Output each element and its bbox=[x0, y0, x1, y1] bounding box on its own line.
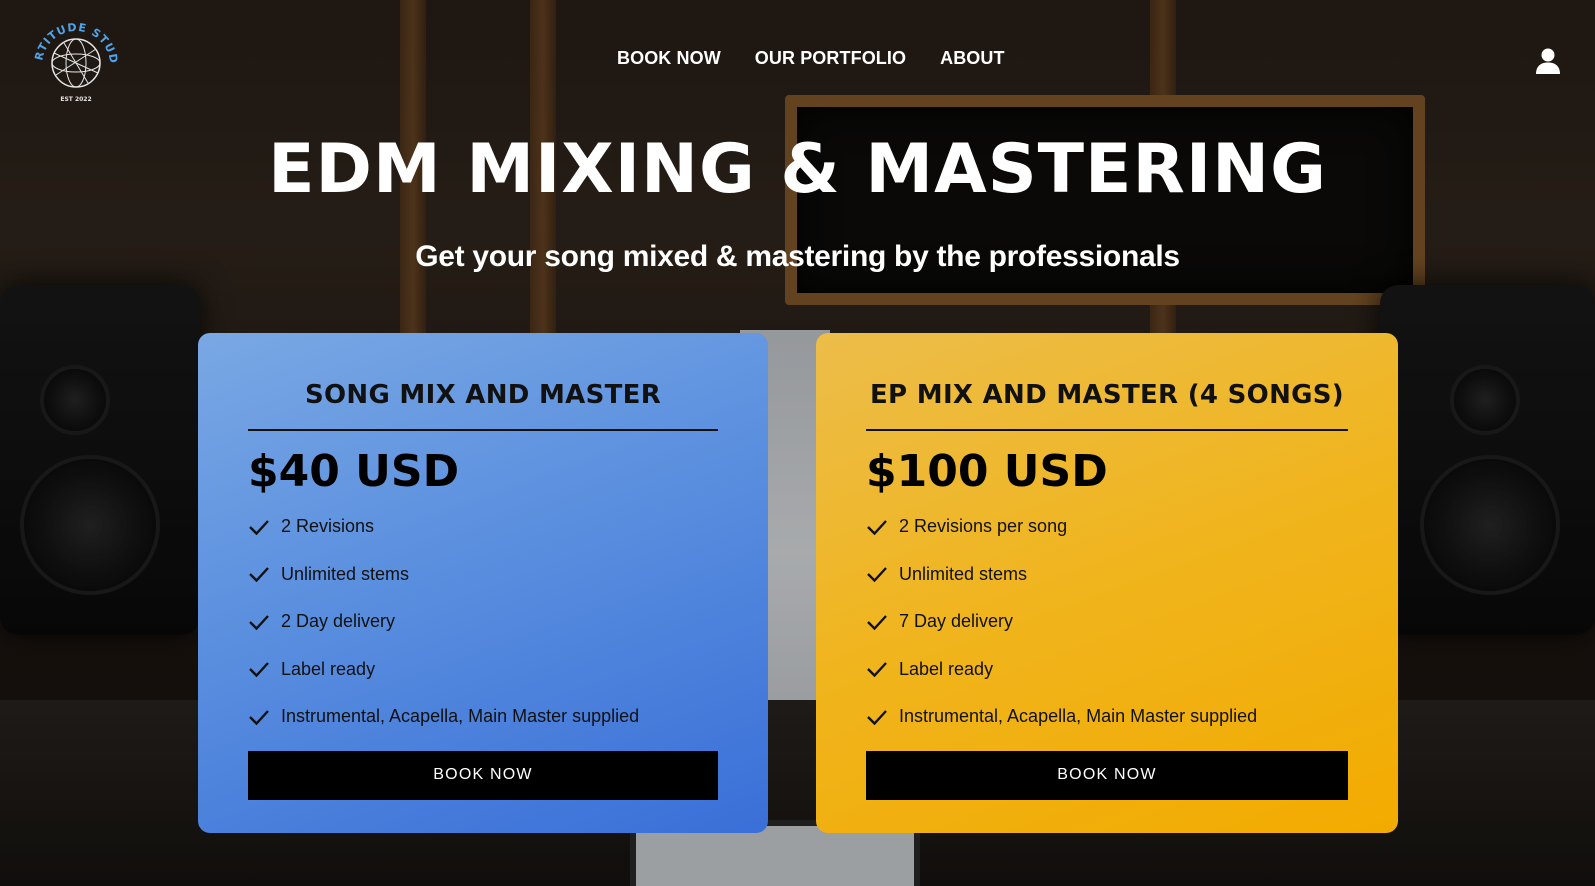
feature-label: 2 Revisions per song bbox=[899, 516, 1068, 537]
feature-list: 2 Revisions Unlimited stems 2 Day delive… bbox=[248, 503, 718, 741]
book-now-button[interactable]: BOOK NOW bbox=[248, 750, 718, 800]
nav-our-portfolio[interactable]: OUR PORTFOLIO bbox=[755, 48, 906, 69]
feature-label: 2 Revisions bbox=[281, 516, 375, 537]
check-icon bbox=[867, 567, 887, 583]
check-icon bbox=[249, 519, 269, 535]
feature-label: Instrumental, Acapella, Main Master supp… bbox=[899, 706, 1258, 727]
check-icon bbox=[867, 614, 887, 630]
feature-label: 7 Day delivery bbox=[899, 611, 1014, 632]
feature-item: Instrumental, Acapella, Main Master supp… bbox=[866, 693, 1348, 741]
check-icon bbox=[249, 567, 269, 583]
main-nav: BOOK NOW OUR PORTFOLIO ABOUT bbox=[617, 48, 1005, 69]
plan-price: $100 USD bbox=[866, 446, 1108, 497]
nav-book-now[interactable]: BOOK NOW bbox=[617, 48, 721, 69]
feature-label: Instrumental, Acapella, Main Master supp… bbox=[281, 706, 640, 727]
svg-text:EST 2022: EST 2022 bbox=[60, 96, 91, 103]
feature-item: Instrumental, Acapella, Main Master supp… bbox=[248, 693, 718, 741]
plan-title: SONG MIX AND MASTER bbox=[304, 380, 662, 410]
svg-text:FORTITUDE STUDIO: FORTITUDE STUDIO bbox=[30, 15, 120, 65]
nav-about[interactable]: ABOUT bbox=[940, 48, 1005, 69]
check-icon bbox=[867, 709, 887, 725]
feature-item: 2 Day delivery bbox=[248, 598, 718, 646]
page-title: EDM MIXING & MASTERING bbox=[268, 130, 1327, 209]
check-icon bbox=[867, 662, 887, 678]
feature-item: Unlimited stems bbox=[248, 551, 718, 599]
feature-item: 7 Day delivery bbox=[866, 598, 1348, 646]
site-header: FORTITUDE STUDIO EST 2022 BOOK NOW OUR P… bbox=[0, 0, 1595, 120]
feature-label: Unlimited stems bbox=[899, 563, 1028, 584]
feature-label: Unlimited stems bbox=[281, 563, 410, 584]
feature-item: Unlimited stems bbox=[866, 551, 1348, 599]
feature-label: 2 Day delivery bbox=[281, 611, 396, 632]
check-icon bbox=[249, 709, 269, 725]
user-icon[interactable] bbox=[1534, 47, 1562, 75]
feature-list: 2 Revisions per song Unlimited stems 7 D… bbox=[866, 503, 1348, 741]
book-now-button[interactable]: BOOK NOW bbox=[866, 750, 1348, 800]
divider bbox=[866, 429, 1348, 431]
page-subtitle: Get your song mixed & mastering by the p… bbox=[415, 240, 1180, 273]
feature-label: Label ready bbox=[899, 658, 994, 679]
plan-title: EP MIX AND MASTER (4 SONGS) bbox=[870, 380, 1344, 410]
feature-item: 2 Revisions bbox=[248, 503, 718, 551]
divider bbox=[248, 429, 718, 431]
check-icon bbox=[867, 519, 887, 535]
globe-icon: FORTITUDE STUDIO EST 2022 bbox=[25, 5, 120, 103]
check-icon bbox=[249, 614, 269, 630]
plan-card-ep: EP MIX AND MASTER (4 SONGS) $100 USD 2 R… bbox=[816, 333, 1398, 833]
check-icon bbox=[249, 662, 269, 678]
plan-card-song: SONG MIX AND MASTER $40 USD 2 Revisions … bbox=[198, 333, 768, 833]
brand-logo[interactable]: FORTITUDE STUDIO EST 2022 bbox=[25, 5, 122, 107]
feature-item: 2 Revisions per song bbox=[866, 503, 1348, 551]
feature-label: Label ready bbox=[281, 658, 376, 679]
plan-price: $40 USD bbox=[248, 446, 460, 497]
feature-item: Label ready bbox=[248, 646, 718, 694]
feature-item: Label ready bbox=[866, 646, 1348, 694]
